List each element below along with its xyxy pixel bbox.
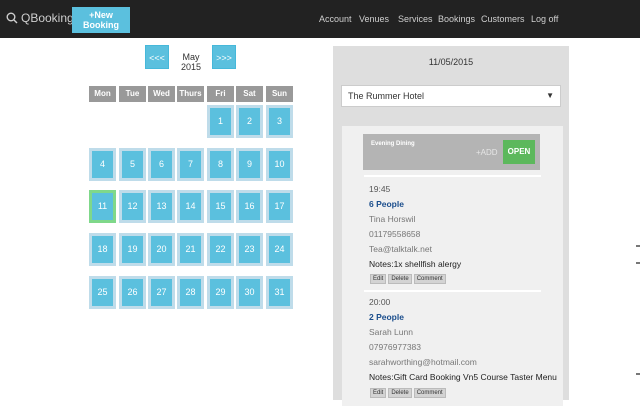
weekday-thu: Thurs bbox=[177, 86, 204, 102]
service-name: Evening Dining bbox=[371, 141, 415, 147]
booking-time: 20:00 bbox=[369, 297, 391, 307]
service-header: Evening Dining +ADD OPEN bbox=[363, 134, 540, 170]
calendar-day[interactable]: 20 bbox=[148, 233, 175, 266]
calendar-day[interactable]: 23 bbox=[236, 233, 263, 266]
calendar-day[interactable]: 18 bbox=[89, 233, 116, 266]
booking-notes: Notes:1x shellfish alergy bbox=[369, 259, 462, 269]
nav-link-customers[interactable]: Customers bbox=[481, 14, 525, 24]
delete-booking-button[interactable]: Delete bbox=[388, 274, 412, 284]
calendar-day[interactable]: 16 bbox=[236, 190, 263, 223]
calendar-day[interactable]: 31 bbox=[266, 276, 293, 309]
divider bbox=[364, 290, 541, 292]
nav-link-logoff[interactable]: Log off bbox=[531, 14, 558, 24]
calendar-day[interactable]: 6 bbox=[148, 148, 175, 181]
calendar-day[interactable]: 27 bbox=[148, 276, 175, 309]
calendar-day[interactable]: 30 bbox=[236, 276, 263, 309]
booking-email: Tea@talktalk.net bbox=[369, 244, 432, 254]
calendar-day[interactable]: 1 bbox=[207, 105, 234, 138]
nav-link-services[interactable]: Services bbox=[398, 14, 433, 24]
calendar-day[interactable]: 8 bbox=[207, 148, 234, 181]
day-bookings-panel: 11/05/2015 The Rummer Hotel ▼ Evening Di… bbox=[333, 46, 569, 406]
calendar-day[interactable]: 25 bbox=[89, 276, 116, 309]
calendar-day[interactable]: 9 bbox=[236, 148, 263, 181]
comment-booking-button[interactable]: Comment bbox=[413, 388, 446, 398]
edge-mark bbox=[636, 262, 640, 264]
add-booking-link[interactable]: +ADD bbox=[476, 148, 498, 157]
month-label: May 2015 bbox=[180, 52, 202, 72]
weekday-sun: Sun bbox=[266, 86, 293, 102]
edge-mark bbox=[636, 245, 640, 247]
booking-people: 6 People bbox=[369, 199, 404, 209]
calendar-day[interactable]: 21 bbox=[177, 233, 204, 266]
edit-booking-button[interactable]: Edit bbox=[370, 274, 387, 284]
brand-name: QBooking bbox=[21, 11, 74, 25]
service-box: Evening Dining +ADD OPEN 19:45 6 People … bbox=[342, 126, 563, 406]
search-icon bbox=[6, 12, 18, 24]
calendar-day-selected[interactable]: 11 bbox=[89, 190, 116, 223]
calendar-day[interactable]: 4 bbox=[89, 148, 116, 181]
weekday-fri: Fri bbox=[207, 86, 234, 102]
weekday-wed: Wed bbox=[148, 86, 175, 102]
delete-booking-button[interactable]: Delete bbox=[388, 388, 412, 398]
booking-actions: Edit Delete Comment bbox=[370, 388, 446, 398]
calendar-day[interactable]: 5 bbox=[119, 148, 146, 181]
calendar-day[interactable]: 19 bbox=[119, 233, 146, 266]
divider bbox=[364, 175, 541, 177]
weekday-mon: Mon bbox=[89, 86, 116, 102]
edit-booking-button[interactable]: Edit bbox=[370, 388, 387, 398]
weekday-sat: Sat bbox=[236, 86, 263, 102]
prev-month-button[interactable]: <<< bbox=[145, 45, 169, 69]
booking-notes: Notes:Gift Card Booking Vn5 Course Taste… bbox=[369, 372, 557, 382]
booking-phone: 01179558658 bbox=[369, 229, 421, 239]
calendar-day[interactable]: 29 bbox=[207, 276, 234, 309]
calendar-day[interactable]: 15 bbox=[207, 190, 234, 223]
calendar-day[interactable]: 10 bbox=[266, 148, 293, 181]
calendar-day[interactable]: 14 bbox=[177, 190, 204, 223]
nav-link-bookings[interactable]: Bookings bbox=[438, 14, 475, 24]
calendar-day[interactable]: 7 bbox=[177, 148, 204, 181]
booking-email: sarahworthing@hotmail.com bbox=[369, 357, 477, 367]
calendar-day[interactable]: 22 bbox=[207, 233, 234, 266]
booking-actions: Edit Delete Comment bbox=[370, 274, 446, 284]
weekday-tue: Tue bbox=[119, 86, 146, 102]
selected-date: 11/05/2015 bbox=[428, 57, 474, 67]
venue-select-value: The Rummer Hotel bbox=[348, 91, 425, 101]
calendar-day[interactable]: 13 bbox=[148, 190, 175, 223]
caret-down-icon: ▼ bbox=[546, 91, 554, 100]
booking-name: Tina Horswil bbox=[369, 214, 416, 224]
booking-name: Sarah Lunn bbox=[369, 327, 413, 337]
calendar-day[interactable]: 12 bbox=[119, 190, 146, 223]
next-month-button[interactable]: >>> bbox=[212, 45, 236, 69]
calendar-day[interactable]: 2 bbox=[236, 105, 263, 138]
calendar-day[interactable]: 3 bbox=[266, 105, 293, 138]
new-booking-button[interactable]: +New Booking bbox=[72, 7, 130, 33]
venue-select[interactable]: The Rummer Hotel ▼ bbox=[341, 85, 561, 107]
nav-link-venues[interactable]: Venues bbox=[359, 14, 389, 24]
top-navbar: QBooking +New Booking Account Venues Ser… bbox=[0, 0, 640, 38]
booking-people: 2 People bbox=[369, 312, 404, 322]
nav-link-account[interactable]: Account bbox=[319, 14, 352, 24]
brand-logo[interactable]: QBooking bbox=[6, 11, 74, 25]
open-service-button[interactable]: OPEN bbox=[503, 140, 535, 164]
calendar-day[interactable]: 17 bbox=[266, 190, 293, 223]
edge-mark bbox=[636, 373, 640, 375]
calendar-day[interactable]: 28 bbox=[177, 276, 204, 309]
booking-phone: 07976977383 bbox=[369, 342, 422, 352]
booking-time: 19:45 bbox=[369, 184, 391, 194]
calendar-day[interactable]: 24 bbox=[266, 233, 293, 266]
calendar-day[interactable]: 26 bbox=[119, 276, 146, 309]
comment-booking-button[interactable]: Comment bbox=[413, 274, 446, 284]
